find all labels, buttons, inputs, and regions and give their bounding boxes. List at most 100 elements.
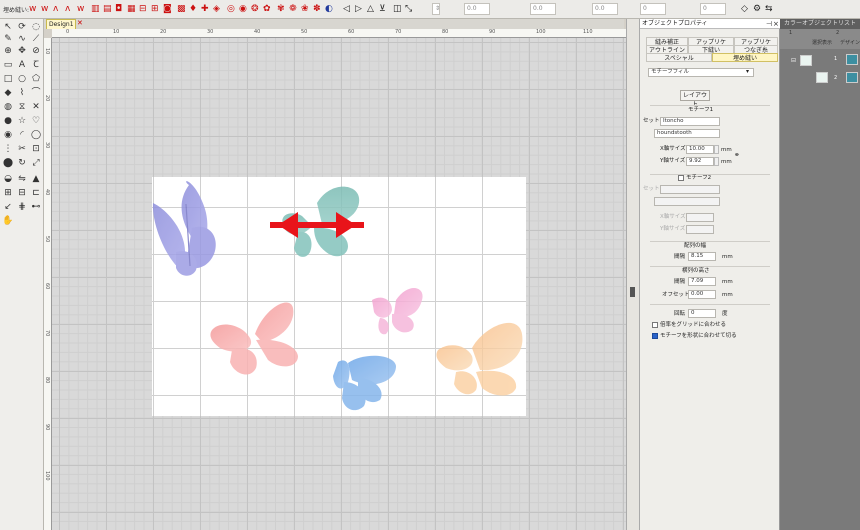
knife-icon[interactable]: ⟋: [30, 33, 42, 45]
zigzag-stitch-icon[interactable]: ᴧ: [64, 3, 75, 15]
offset-field[interactable]: 0.0: [530, 3, 556, 15]
motif2-checkbox[interactable]: [678, 175, 684, 181]
collapse-icon[interactable]: ⊟: [791, 57, 796, 64]
col-design[interactable]: デザイン: [840, 39, 860, 46]
rect-tool-icon[interactable]: □: [2, 73, 14, 85]
zigzag-stitch-icon[interactable]: ᴧ: [52, 3, 63, 15]
align-icon[interactable]: △: [366, 3, 377, 15]
rotate-tool-icon[interactable]: ↻: [16, 157, 28, 169]
pattern-icon[interactable]: ◈: [212, 3, 223, 15]
col-select-display[interactable]: 選択表示: [812, 39, 832, 46]
star-icon[interactable]: ☆: [16, 115, 28, 127]
curve-icon[interactable]: ∿: [16, 33, 28, 45]
ungroup-icon[interactable]: ⊟: [16, 187, 28, 199]
fit-grid-checkbox[interactable]: [652, 322, 658, 328]
align-icon[interactable]: ◁: [342, 3, 353, 15]
pattern-icon[interactable]: ✽: [312, 3, 323, 15]
butterfly-light-pink[interactable]: [372, 287, 423, 335]
settings-icon[interactable]: ⚙: [752, 3, 763, 15]
pattern-icon[interactable]: ▩: [176, 3, 187, 15]
mirror-icon[interactable]: ⇆: [764, 3, 775, 15]
fill-stitch-icon[interactable]: ◘: [114, 3, 125, 15]
spacing-input[interactable]: 8.15: [688, 252, 716, 261]
arc-icon[interactable]: ◜: [16, 129, 28, 141]
pattern-icon[interactable]: ⊞: [150, 3, 161, 15]
x2-size-input[interactable]: [686, 213, 714, 222]
ruler-icon[interactable]: ⊷: [30, 201, 42, 213]
pattern-icon[interactable]: ✚: [200, 3, 211, 15]
y-size-spinner[interactable]: [714, 157, 719, 166]
pointer-icon[interactable]: ↙: [2, 201, 14, 213]
chevron-down-icon[interactable]: ▾: [746, 68, 749, 75]
pattern-icon[interactable]: ▦: [126, 3, 137, 15]
document-tab[interactable]: Design1: [46, 19, 76, 29]
zoom-field-icon[interactable]: ⇕: [432, 3, 440, 15]
fill-type-select[interactable]: モチーフフィル: [648, 68, 754, 77]
pattern-icon[interactable]: ⊟: [138, 3, 149, 15]
design-thumb-1[interactable]: [846, 54, 858, 65]
motif2-pattern-select[interactable]: [654, 197, 720, 206]
rotation-input[interactable]: 0: [688, 309, 716, 318]
motif-pattern-select[interactable]: houndstooth: [654, 129, 720, 138]
color-icon[interactable]: ◐: [324, 3, 335, 15]
x-size-spinner[interactable]: [714, 145, 719, 154]
motif2-set-select[interactable]: [660, 185, 720, 194]
weight-icon[interactable]: ◒: [2, 173, 14, 185]
tab-fill[interactable]: 埋め縫い: [712, 53, 778, 62]
pan-icon[interactable]: ✥: [16, 45, 28, 57]
monogram-icon[interactable]: Ꞇ: [30, 59, 42, 71]
color-thumb-2[interactable]: [816, 72, 828, 83]
angle-field-2[interactable]: 0: [640, 3, 666, 15]
polygon-tool-icon[interactable]: ⬠: [30, 73, 42, 85]
fill-tool-icon[interactable]: ◆: [2, 87, 14, 99]
panel-splitter[interactable]: [626, 19, 640, 530]
measure-icon[interactable]: ⊘: [30, 45, 42, 57]
pattern-icon[interactable]: ✿: [262, 3, 273, 15]
y-size-input[interactable]: 9.92: [686, 157, 714, 166]
splitter-grip-icon[interactable]: [630, 287, 635, 297]
flip-icon[interactable]: ⇋: [16, 173, 28, 185]
run-tool-icon[interactable]: ⌇: [16, 87, 28, 99]
satin-icon[interactable]: ⧖: [16, 101, 28, 113]
pattern-icon[interactable]: ✾: [276, 3, 287, 15]
zigzag-stitch-icon[interactable]: ᴡ: [28, 3, 39, 15]
group-icon[interactable]: ⊞: [2, 187, 14, 199]
align-icon[interactable]: ▷: [354, 3, 365, 15]
design-thumb-2[interactable]: [846, 72, 858, 83]
trim-icon[interactable]: ✂: [16, 143, 28, 155]
pen-icon[interactable]: ✎: [2, 33, 14, 45]
butterfly-pink[interactable]: [210, 302, 298, 375]
node-icon[interactable]: ◌: [30, 21, 42, 33]
distribute-icon[interactable]: ◫: [392, 3, 403, 15]
design-canvas[interactable]: [52, 38, 626, 530]
layout-button[interactable]: レイアウト: [680, 90, 710, 108]
heart-icon[interactable]: ♡: [30, 115, 42, 127]
butterfly-peach[interactable]: [436, 322, 523, 396]
fill-stitch-icon[interactable]: ▤: [102, 3, 113, 15]
dot-icon[interactable]: ◉: [2, 129, 14, 141]
pattern-icon[interactable]: ❂: [250, 3, 261, 15]
pattern-icon[interactable]: ❁: [288, 3, 299, 15]
hand-icon[interactable]: ✋: [2, 215, 14, 227]
tab-special[interactable]: スペシャル: [646, 53, 712, 62]
scale-tool-icon[interactable]: ⤢: [30, 157, 42, 169]
butterfly-blue[interactable]: [333, 355, 396, 411]
active-color-icon[interactable]: ⬤: [2, 157, 14, 169]
distribute-icon[interactable]: ⊻: [378, 3, 389, 15]
ellipse-tool-icon[interactable]: ○: [16, 73, 28, 85]
color-thumb-1[interactable]: [800, 55, 812, 66]
circle-icon[interactable]: ●: [2, 115, 14, 127]
angle-field[interactable]: 0.0: [592, 3, 618, 15]
x-size-input[interactable]: 10.00: [686, 145, 714, 154]
text-icon[interactable]: A: [16, 59, 28, 71]
offset-input[interactable]: 0.00: [688, 290, 716, 299]
angle-field-3[interactable]: 0: [700, 3, 726, 15]
zoom-field[interactable]: 0.0: [464, 3, 490, 15]
lock-stitch-icon[interactable]: ⊡: [30, 143, 42, 155]
fit-shape-checkbox[interactable]: [652, 333, 658, 339]
close-icon[interactable]: ×: [773, 20, 779, 28]
zigzag-stitch-icon[interactable]: ᴡ: [40, 3, 51, 15]
zigzag-stitch-icon[interactable]: ᴡ: [76, 3, 87, 15]
fill-stitch-icon[interactable]: ▥: [90, 3, 101, 15]
select-arrow-icon[interactable]: ↖: [2, 21, 14, 33]
